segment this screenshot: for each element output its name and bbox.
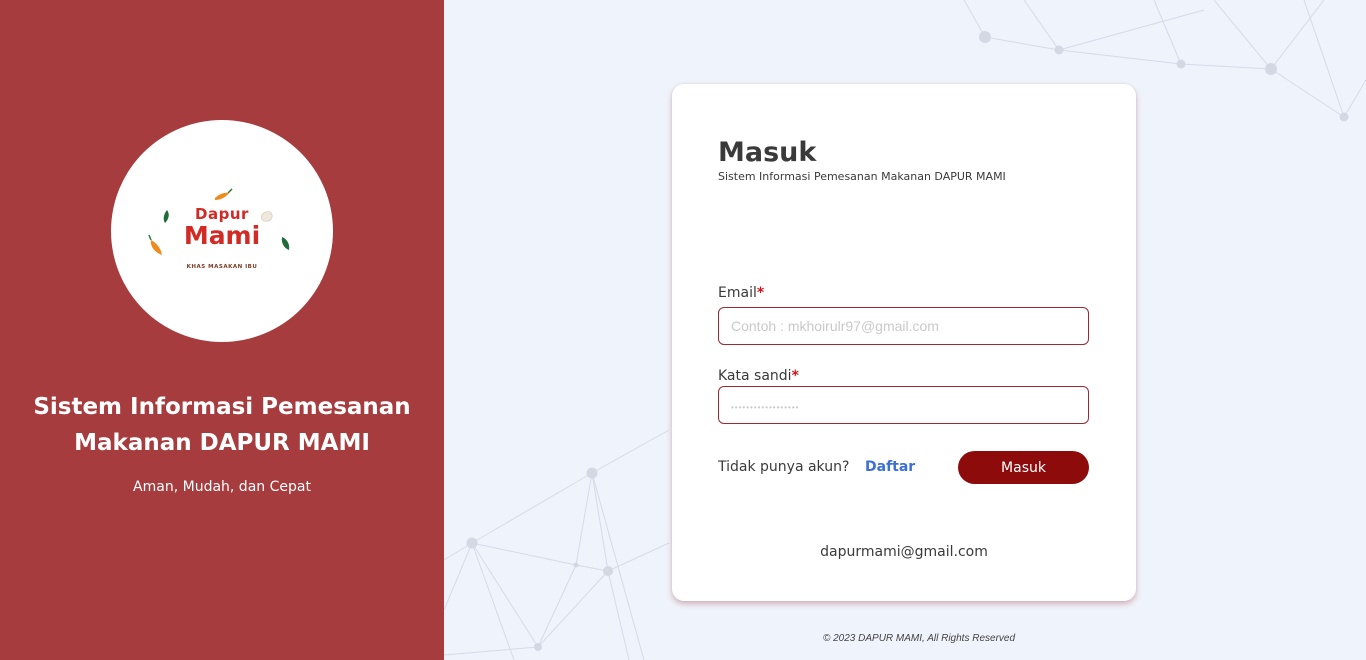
no-account-text: Tidak punya akun? bbox=[718, 459, 850, 475]
password-label-text: Kata sandi bbox=[718, 368, 792, 384]
brand-panel: Dapur Mami KHAS MASAKAN IBU Sistem Infor… bbox=[0, 0, 444, 660]
email-field[interactable] bbox=[718, 307, 1089, 345]
login-card: Masuk Sistem Informasi Pemesanan Makanan… bbox=[672, 84, 1136, 601]
chili-icon bbox=[215, 188, 233, 200]
logo-tagline: KHAS MASAKAN IBU bbox=[186, 264, 258, 270]
password-field[interactable] bbox=[718, 386, 1089, 424]
logo-word-mami: Mami bbox=[183, 221, 261, 250]
brand-subtitle: Aman, Mudah, dan Cepat bbox=[133, 479, 311, 495]
page-subtitle: Sistem Informasi Pemesanan Makanan DAPUR… bbox=[718, 170, 1006, 183]
email-label-text: Email bbox=[718, 285, 757, 301]
register-link[interactable]: Daftar bbox=[865, 459, 915, 475]
required-mark: * bbox=[791, 368, 799, 384]
login-button[interactable]: Masuk bbox=[958, 451, 1089, 484]
password-label: Kata sandi* bbox=[718, 368, 799, 384]
contact-email: dapurmami@gmail.com bbox=[820, 544, 988, 560]
page-title: Masuk bbox=[718, 137, 817, 168]
email-label: Email* bbox=[718, 285, 764, 301]
logo: Dapur Mami KHAS MASAKAN IBU bbox=[111, 120, 333, 342]
brand-title: Sistem Informasi Pemesanan Makanan DAPUR… bbox=[33, 394, 411, 456]
required-mark: * bbox=[756, 285, 765, 301]
footer-copyright: © 2023 DAPUR MAMI, All Rights Reserved bbox=[822, 633, 1016, 644]
